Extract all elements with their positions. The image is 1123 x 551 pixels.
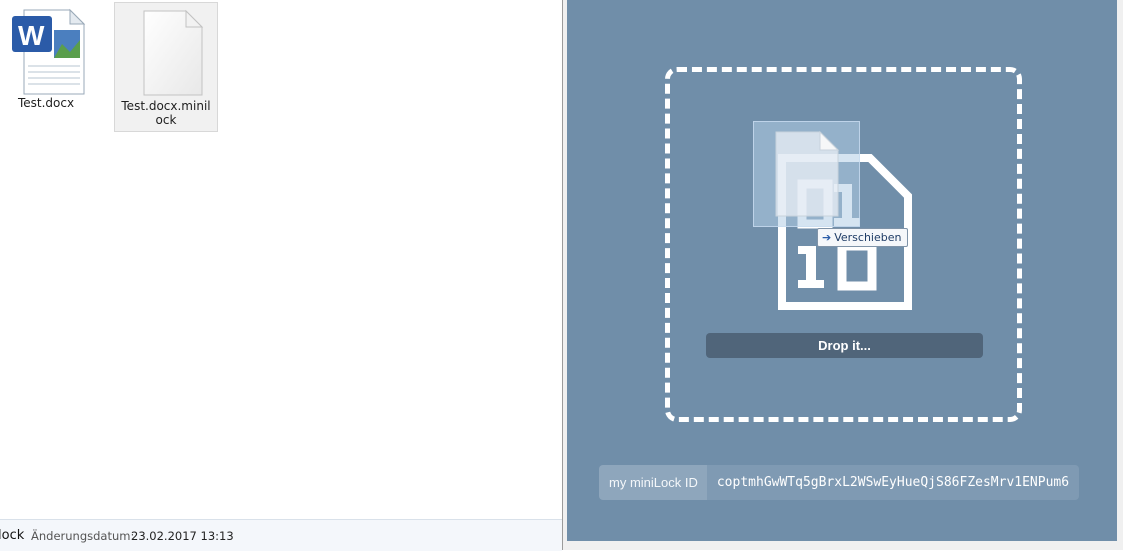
svg-text:W: W xyxy=(18,20,45,51)
file-name: Test.docx xyxy=(17,96,75,110)
minilock-app: Drop it... ➔ Verschieben my miniLock ID c… xyxy=(567,0,1117,541)
minilock-id-bar: my miniLock ID coptmhGwWTq5gBrxL2WSwEyHu… xyxy=(599,465,1080,500)
drop-status-bar: Drop it... xyxy=(706,333,983,358)
move-arrow-icon: ➔ xyxy=(822,231,832,244)
word-document-icon: W xyxy=(12,8,86,95)
drag-move-tooltip: ➔ Verschieben xyxy=(817,228,909,247)
blank-file-icon xyxy=(143,9,204,96)
minilock-id-value[interactable]: coptmhGwWTq5gBrxL2WSwEyHueQjS86FZesMrv1E… xyxy=(706,465,1080,500)
blank-file-icon xyxy=(775,130,840,217)
details-pane: lock Änderungsdatum: 23.02.2017 13:13 xyxy=(0,519,562,551)
file-item-test-docx-minilock[interactable]: Test.docx.minilock xyxy=(114,2,218,132)
file-name: Test.docx.minilock xyxy=(121,99,211,127)
file-explorer: W Test.docx Test.docx.minilock lock Ände… xyxy=(0,0,562,551)
details-file-name: lock xyxy=(0,528,25,543)
details-modified-label: Änderungsdatum: xyxy=(31,529,135,543)
drag-tooltip-label: Verschieben xyxy=(834,231,902,244)
minilock-id-label: my miniLock ID xyxy=(599,465,707,500)
dragged-file-preview xyxy=(753,121,860,227)
file-item-test-docx[interactable]: W Test.docx xyxy=(8,6,86,110)
details-modified-value: 23.02.2017 13:13 xyxy=(131,529,234,543)
